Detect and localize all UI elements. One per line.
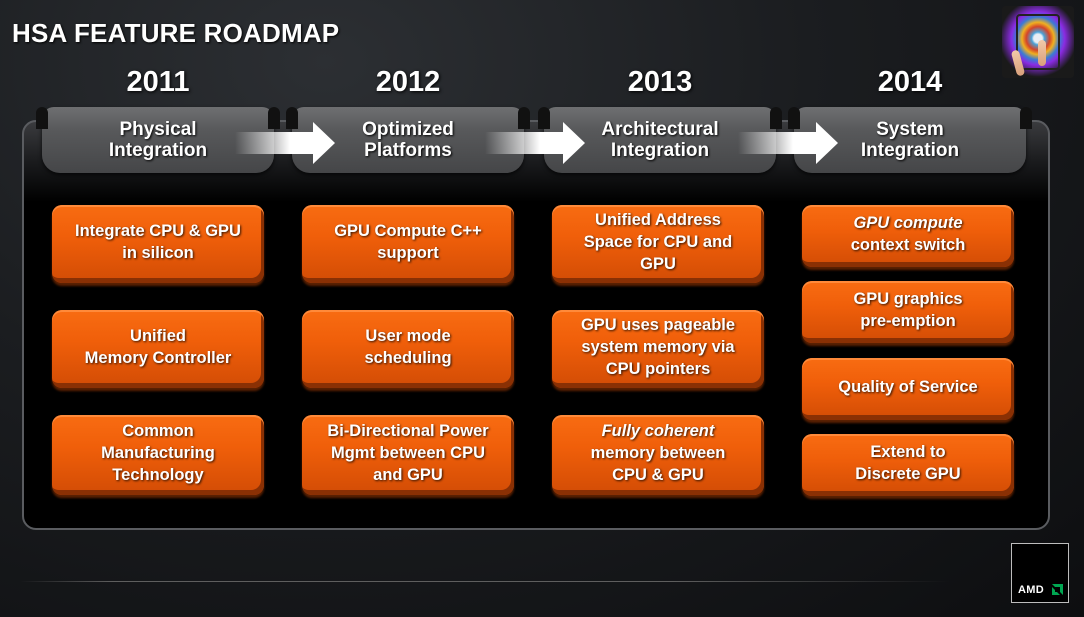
feature-text: support bbox=[377, 244, 439, 262]
feature-text: Bi-Directional Power bbox=[327, 422, 489, 440]
feature-text: GPU uses pageable bbox=[580, 316, 736, 334]
feature-box: Integrate CPU & GPU in silicon bbox=[52, 205, 264, 283]
feature-text: Extend to bbox=[870, 443, 946, 461]
feature-text: Discrete GPU bbox=[855, 465, 961, 483]
feature-box: Common Manufacturing Technology bbox=[52, 415, 264, 495]
feature-text: Unified Address bbox=[595, 211, 721, 229]
hand-right-icon bbox=[1038, 40, 1046, 66]
feature-text: CPU & GPU bbox=[612, 466, 704, 484]
feature-text: in silicon bbox=[122, 244, 194, 262]
feature-text: system memory via bbox=[581, 338, 735, 356]
feature-box: User mode scheduling bbox=[302, 310, 514, 388]
feature-text: Manufacturing bbox=[101, 444, 215, 462]
feature-text: CPU pointers bbox=[605, 360, 711, 378]
feature-text: Mgmt between CPU bbox=[330, 444, 485, 462]
year-2011: 2011 bbox=[126, 66, 190, 98]
feature-text: GPU Compute C++ bbox=[334, 222, 482, 240]
feature-box: Quality of Service bbox=[802, 358, 1014, 420]
footer-divider bbox=[20, 581, 950, 582]
feature-box: GPU graphics pre-emption bbox=[802, 281, 1014, 343]
feature-box: Bi-Directional Power Mgmt between CPU and … bbox=[302, 415, 514, 495]
feature-text: Technology bbox=[112, 466, 204, 484]
feature-text: Integrate CPU & GPU bbox=[75, 222, 241, 240]
amd-logo: AMD bbox=[1011, 543, 1069, 603]
feature-box: Extend to Discrete GPU bbox=[802, 434, 1014, 496]
feature-text: User mode bbox=[365, 327, 451, 345]
amd-logo-text: AMD bbox=[1018, 584, 1044, 596]
page-title: HSA FEATURE ROADMAP bbox=[12, 18, 340, 48]
feature-text: and GPU bbox=[373, 466, 443, 484]
feature-text: pre-emption bbox=[860, 312, 956, 330]
feature-text: GPU bbox=[640, 255, 676, 273]
feature-text: scheduling bbox=[364, 349, 452, 367]
arrow-right-icon bbox=[738, 122, 838, 164]
amd-arrow-icon bbox=[1052, 584, 1063, 595]
arrow-right-icon bbox=[235, 122, 335, 164]
feature-box: GPU compute context switch bbox=[802, 205, 1014, 267]
feature-text: Quality of Service bbox=[838, 378, 978, 396]
feature-box: Fully coherent memory between CPU & GPU bbox=[552, 415, 764, 495]
feature-text: Fully coherent bbox=[601, 422, 715, 440]
feature-text: Memory Controller bbox=[84, 349, 232, 367]
arrow-right-icon bbox=[485, 122, 585, 164]
feature-text: GPU compute bbox=[853, 214, 963, 232]
feature-box: Unified Address Space for CPU and GPU bbox=[552, 205, 764, 283]
feature-text: Space for CPU and bbox=[583, 233, 733, 251]
year-2013: 2013 bbox=[627, 66, 693, 98]
year-2012: 2012 bbox=[375, 66, 441, 98]
year-2014: 2014 bbox=[877, 66, 943, 98]
feature-text: memory between bbox=[590, 444, 726, 462]
feature-box: GPU Compute C++ support bbox=[302, 205, 514, 283]
feature-text: GPU graphics bbox=[853, 290, 963, 308]
feature-text: Unified bbox=[130, 327, 186, 345]
feature-box: Unified Memory Controller bbox=[52, 310, 264, 388]
feature-box: GPU uses pageable system memory via CPU po… bbox=[552, 310, 764, 388]
feature-text: Common bbox=[122, 422, 194, 440]
feature-text: context switch bbox=[850, 236, 966, 254]
